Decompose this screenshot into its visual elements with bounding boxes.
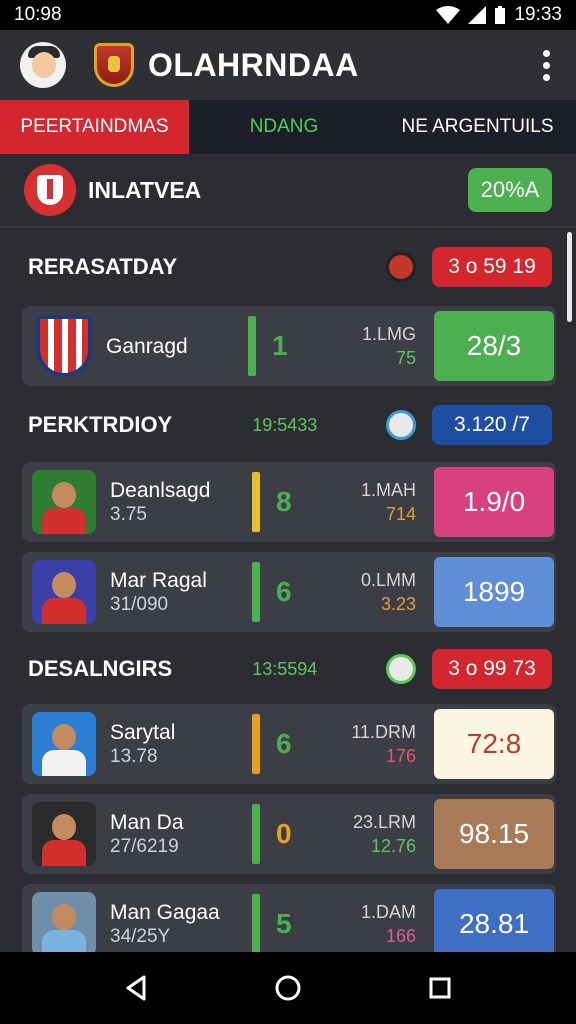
- player-name: Ganragd: [106, 334, 188, 358]
- indicator-bar: [252, 714, 260, 774]
- match-row[interactable]: Ganragd 1 1.LMG 75 28/3: [22, 306, 556, 386]
- section-header: PERKTRDIOY 19:5433 3.120 /7: [0, 400, 576, 450]
- player-sub: 31/090: [110, 593, 169, 615]
- player-photo: [32, 560, 96, 624]
- value-box[interactable]: 72:8: [434, 709, 554, 779]
- player-sub: 3.75: [110, 503, 147, 525]
- status-time-left: 10:98: [14, 4, 62, 25]
- player-name: Man Gagaa: [110, 900, 220, 924]
- system-nav-bar: [0, 952, 576, 1024]
- value-box[interactable]: 28.81: [434, 889, 554, 952]
- stat-block: 1.DAM 166: [336, 900, 416, 948]
- score: 8: [276, 486, 292, 517]
- status-time-right: 19:33: [514, 4, 562, 25]
- indicator-bar: [252, 472, 260, 532]
- player-photo: [32, 470, 96, 534]
- back-triangle-icon[interactable]: [116, 968, 156, 1008]
- player-photo: [32, 802, 96, 866]
- player-photo: [32, 892, 96, 952]
- player-photo: [32, 712, 96, 776]
- team-ball-icon: [386, 410, 416, 440]
- value-box[interactable]: 98.15: [434, 799, 554, 869]
- player-name: Deanlsagd: [110, 478, 211, 502]
- player-name: Man Da: [110, 810, 184, 834]
- stat-block: 1.MAH 714: [336, 478, 416, 526]
- match-row[interactable]: Sarytal 13.78 6 11.DRM 176 72:8: [22, 704, 556, 784]
- player-sub: 27/6219: [110, 835, 179, 857]
- team-ball-icon: [386, 654, 416, 684]
- signal-icon: [468, 6, 487, 24]
- club-crest-logo: [94, 43, 134, 87]
- stat-secondary: 714: [385, 504, 416, 524]
- app-bar: OLAHRNDAA: [0, 30, 576, 100]
- stat-secondary: 12.76: [370, 836, 416, 856]
- stat-secondary: 3.23: [380, 594, 416, 614]
- team-ball-icon: [386, 252, 416, 282]
- indicator-bar: [248, 316, 256, 376]
- league-badge[interactable]: 20%A: [468, 168, 552, 212]
- stat-secondary: 75: [395, 348, 416, 368]
- wifi-icon: [436, 6, 461, 24]
- match-row[interactable]: Man Da 27/6219 0 23.LRM 12.76 98.15: [22, 794, 556, 874]
- stat-secondary: 176: [385, 746, 416, 766]
- team-shield-icon: [36, 315, 92, 377]
- value-box[interactable]: 1.9/0: [434, 467, 554, 537]
- tab-ne-argentuils[interactable]: NE ARGENTUILS: [379, 100, 576, 154]
- battery-icon: [495, 6, 506, 24]
- score: 0: [276, 818, 292, 849]
- match-list: RERASATDAY 3 o 59 19 Ganragd 1 1.LMG 75 …: [0, 230, 576, 952]
- section-title: PERKTRDIOY: [28, 412, 173, 437]
- indicator-bar: [252, 894, 260, 952]
- match-row[interactable]: Mar Ragal 31/090 6 0.LMM 3.23 1899: [22, 552, 556, 632]
- player-name: Mar Ragal: [110, 568, 207, 592]
- status-bar: 10:98 19:33: [0, 0, 576, 30]
- league-name: INLATVEA: [88, 176, 202, 203]
- section-meta: 13:5594: [252, 658, 318, 679]
- stat-block: 23.LRM 12.76: [336, 810, 416, 858]
- tab-peertaindmas[interactable]: PEERTAINDMAS: [0, 100, 189, 154]
- section-title: RERASATDAY: [28, 254, 178, 279]
- section-meta: 19:5433: [252, 414, 318, 435]
- stat-primary: 1.LMG: [361, 324, 416, 344]
- more-vert-icon[interactable]: [537, 44, 556, 87]
- stat-block: 0.LMM 3.23: [336, 568, 416, 616]
- stat-primary: 23.LRM: [352, 812, 416, 832]
- tab-bar: PEERTAINDMAS NDANG NE ARGENTUILS: [0, 100, 576, 154]
- match-row[interactable]: Deanlsagd 3.75 8 1.MAH 714 1.9/0: [22, 462, 556, 542]
- section-title: DESALNGIRS: [28, 656, 173, 681]
- indicator-bar: [252, 562, 260, 622]
- section-badge[interactable]: 3 o 99 73: [432, 649, 552, 689]
- player-name: Sarytal: [110, 720, 176, 744]
- stat-block: 1.LMG 75: [336, 322, 416, 370]
- player-sub: 13.78: [110, 745, 158, 767]
- section-badge[interactable]: 3.120 /7: [432, 405, 552, 445]
- score: 5: [276, 908, 292, 939]
- value-box[interactable]: 28/3: [434, 311, 554, 381]
- score: 6: [276, 728, 292, 759]
- stat-primary: 1.DAM: [360, 902, 416, 922]
- score: 1: [272, 330, 288, 361]
- stat-primary: 1.MAH: [360, 480, 416, 500]
- league-shield-icon: [24, 164, 76, 216]
- stat-primary: 0.LMM: [360, 570, 416, 590]
- recents-square-icon[interactable]: [420, 968, 460, 1008]
- section-header: RERASATDAY 3 o 59 19: [0, 242, 576, 292]
- section-badge[interactable]: 3 o 59 19: [432, 247, 552, 287]
- tab-ndang[interactable]: NDANG: [189, 100, 379, 154]
- stat-secondary: 166: [385, 926, 416, 946]
- match-row[interactable]: Man Gagaa 34/25Y 5 1.DAM 166 28.81: [22, 884, 556, 952]
- stat-primary: 11.DRM: [351, 722, 416, 742]
- user-avatar[interactable]: [20, 42, 66, 88]
- indicator-bar: [252, 804, 260, 864]
- value-box[interactable]: 1899: [434, 557, 554, 627]
- league-header[interactable]: INLATVEA 20%A: [0, 154, 576, 228]
- player-sub: 34/25Y: [110, 925, 171, 947]
- status-icons: 19:33: [436, 4, 562, 26]
- app-title: OLAHRNDAA: [148, 46, 359, 83]
- section-header: DESALNGIRS 13:5594 3 o 99 73: [0, 644, 576, 694]
- stat-block: 11.DRM 176: [336, 720, 416, 768]
- score: 6: [276, 576, 292, 607]
- home-circle-icon[interactable]: [268, 968, 308, 1008]
